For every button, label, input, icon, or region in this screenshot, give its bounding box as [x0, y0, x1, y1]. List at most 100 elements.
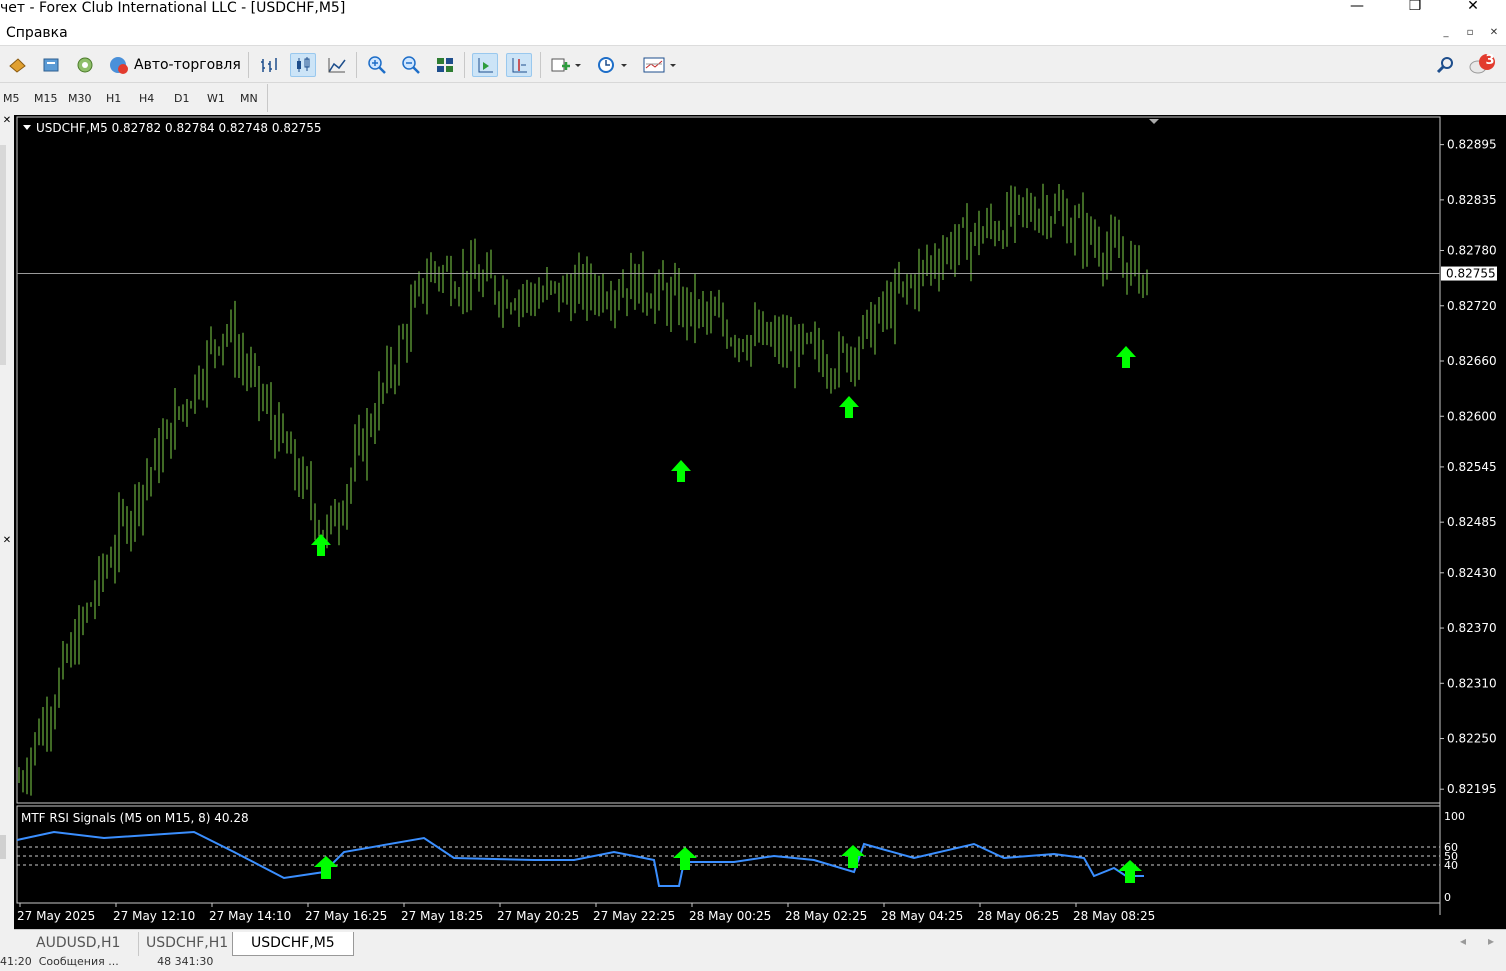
- rsi-label-40: 40: [1444, 859, 1458, 872]
- timeframe-d1[interactable]: D1: [174, 92, 189, 105]
- docked-panel-strip[interactable]: ✕ ✕: [0, 115, 14, 929]
- auto-trading-icon: [110, 57, 128, 74]
- time-tick-label: 28 May 02:25: [785, 909, 867, 923]
- current-price-label: 0.82755: [1446, 267, 1496, 281]
- bar-chart-icon[interactable]: [256, 53, 282, 77]
- rsi-buy-arrow-icon: [314, 856, 338, 879]
- chart-menu-triangle-icon[interactable]: [23, 125, 31, 130]
- restore-button[interactable]: ❐: [1392, 0, 1438, 18]
- time-tick-label: 28 May 04:25: [881, 909, 963, 923]
- time-tick-label: 27 May 12:10: [113, 909, 195, 923]
- close-panel-icon[interactable]: ✕: [0, 535, 14, 546]
- toolbar-separator: [540, 52, 541, 78]
- price-tick-label: 0.82430: [1447, 566, 1497, 580]
- close-panel-icon[interactable]: ✕: [0, 115, 14, 126]
- title-bar: чет - Forex Club International LLC - [US…: [0, 0, 1506, 20]
- close-button[interactable]: ✕: [1450, 0, 1496, 18]
- timeframe-bar: M5 M15 M30 H1 H4 D1 W1 MN: [0, 84, 268, 112]
- tab-audusd-h1[interactable]: AUDUSD,H1: [18, 932, 140, 956]
- price-tick-label: 0.82485: [1447, 515, 1497, 529]
- minimize-button[interactable]: —: [1334, 0, 1380, 18]
- window-title: чет - Forex Club International LLC - [US…: [0, 0, 346, 16]
- buy-arrow-icon: [671, 460, 691, 482]
- timeframe-h4[interactable]: H4: [139, 92, 154, 105]
- rsi-buy-arrow-icon: [673, 847, 697, 870]
- tab-usdchf-h1[interactable]: USDCHF,H1: [128, 932, 248, 956]
- toolbar-separator: [464, 52, 465, 78]
- price-tick-label: 0.82195: [1447, 782, 1497, 796]
- timeframe-w1[interactable]: W1: [207, 92, 225, 105]
- zoom-in-icon[interactable]: [364, 53, 390, 77]
- auto-scroll-icon[interactable]: [472, 53, 498, 77]
- toolbar-separator: [356, 52, 357, 78]
- price-tick-label: 0.82370: [1447, 621, 1497, 635]
- time-tick-label: 27 May 22:25: [593, 909, 675, 923]
- price-tick-label: 0.82660: [1447, 354, 1497, 368]
- panel-scrollbar[interactable]: [0, 145, 6, 365]
- auto-trading-button[interactable]: Авто-торговля: [108, 53, 241, 77]
- buy-signals: [311, 346, 1136, 556]
- timeframe-m15[interactable]: M15: [34, 92, 58, 105]
- tab-usdchf-m5[interactable]: USDCHF,M5: [232, 932, 354, 956]
- chart-shift-icon[interactable]: [506, 53, 532, 77]
- price-tick-label: 0.82250: [1447, 732, 1497, 746]
- chart-tabs: AUDUSD,H1 USDCHF,H1 USDCHF,M5 ◂ ▸: [14, 929, 1506, 957]
- status-text: 41:20 Сообщения ... 48 341:30: [0, 955, 214, 968]
- rsi-label-0: 0: [1444, 891, 1451, 904]
- tile-windows-icon[interactable]: [432, 53, 458, 77]
- auto-trading-label: Авто-торговля: [134, 57, 241, 73]
- mdi-minimize-button[interactable]: _: [1438, 27, 1454, 41]
- status-bar: 41:20 Сообщения ... 48 341:30: [0, 955, 1506, 971]
- panel-scrollbar[interactable]: [0, 835, 6, 859]
- time-tick-label: 27 May 16:25: [305, 909, 387, 923]
- price-chart[interactable]: USDCHF,M5 0.82782 0.82784 0.82748 0.8275…: [14, 115, 1506, 929]
- templates-dropdown-icon[interactable]: [640, 53, 680, 77]
- time-tick-label: 27 May 14:10: [209, 909, 291, 923]
- mdi-restore-button[interactable]: ▫: [1462, 27, 1478, 41]
- buy-arrow-icon: [1116, 346, 1136, 368]
- market-watch-icon[interactable]: [38, 53, 64, 77]
- price-tick-label: 0.82895: [1447, 138, 1497, 152]
- search-icon[interactable]: [1432, 53, 1458, 77]
- price-tick-label: 0.82310: [1447, 676, 1497, 690]
- toolbar-separator: [248, 52, 249, 78]
- menu-help[interactable]: Справка: [6, 25, 68, 41]
- price-tick-label: 0.82720: [1447, 299, 1497, 313]
- time-tick-label: 27 May 20:25: [497, 909, 579, 923]
- time-tick-label: 28 May 06:25: [977, 909, 1059, 923]
- chart-shift-marker-icon[interactable]: [1149, 119, 1159, 124]
- buy-arrow-icon: [839, 396, 859, 418]
- line-chart-icon[interactable]: [324, 53, 350, 77]
- time-scale: 27 May 2025 27 May 12:10 27 May 14:10 27 Ma…: [17, 903, 1155, 923]
- new-order-icon[interactable]: [4, 53, 30, 77]
- price-tick-label: 0.82835: [1447, 193, 1497, 207]
- timeframe-m5[interactable]: M5: [3, 92, 20, 105]
- price-tick-label: 0.82545: [1447, 460, 1497, 474]
- price-tick-label: 0.82600: [1447, 409, 1497, 423]
- menu-bar: Справка _ ▫ ✕: [0, 20, 1506, 46]
- indicators-dropdown-icon[interactable]: [548, 53, 584, 77]
- candle-series: [18, 183, 1148, 796]
- candlestick-chart-icon[interactable]: [290, 53, 316, 77]
- rsi-label-100: 100: [1444, 810, 1465, 823]
- timeframe-h1[interactable]: H1: [106, 92, 121, 105]
- rsi-line: [16, 830, 1144, 887]
- timeframe-mn[interactable]: MN: [240, 92, 258, 105]
- price-scale: 0.82895 0.82835 0.82780 0.82720 0.82660 0.826…: [1440, 138, 1497, 796]
- buy-arrow-icon: [311, 534, 331, 556]
- tabs-scroll-right-icon[interactable]: ▸: [1488, 934, 1494, 948]
- notifications-badge: 3: [1485, 53, 1495, 68]
- time-tick-label: 28 May 00:25: [689, 909, 771, 923]
- main-plot-frame: [16, 116, 1441, 804]
- rsi-buy-arrow-icon: [1118, 860, 1142, 883]
- chart-window[interactable]: USDCHF,M5 0.82782 0.82784 0.82748 0.8275…: [14, 115, 1506, 929]
- tabs-scroll-left-icon[interactable]: ◂: [1460, 934, 1466, 948]
- zoom-out-icon[interactable]: [398, 53, 424, 77]
- mdi-close-button[interactable]: ✕: [1486, 27, 1502, 41]
- periods-dropdown-icon[interactable]: [594, 53, 630, 77]
- time-tick-label: 27 May 2025: [17, 909, 95, 923]
- price-tick-label: 0.82780: [1447, 244, 1497, 258]
- timeframe-m30[interactable]: M30: [68, 92, 92, 105]
- indicator-header: MTF RSI Signals (M5 on M15, 8) 40.28: [21, 811, 249, 825]
- navigator-icon[interactable]: [72, 53, 98, 77]
